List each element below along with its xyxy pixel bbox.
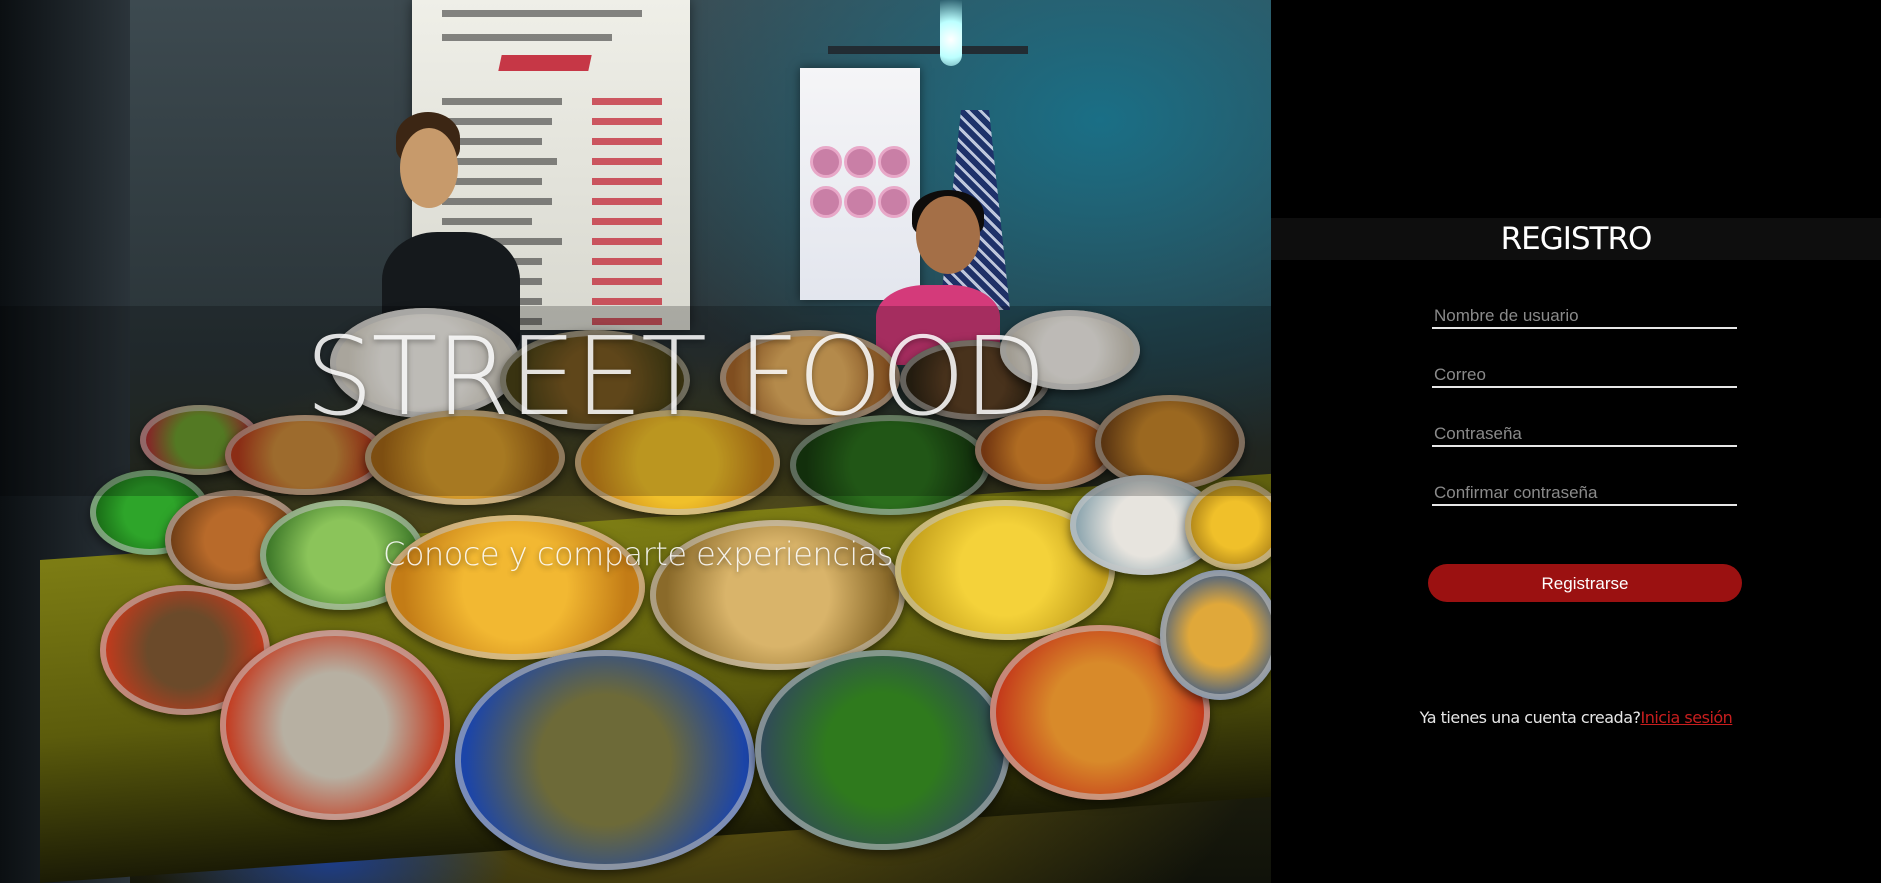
vendor-1-head bbox=[400, 128, 458, 208]
register-panel: REGISTRO Registrarse Ya tienes una cuent… bbox=[1271, 0, 1881, 883]
food-plate bbox=[455, 650, 755, 870]
username-field bbox=[1432, 305, 1741, 329]
food-plate bbox=[1160, 570, 1271, 700]
hero-subtitle: Conoce y comparte experiencias bbox=[383, 535, 894, 573]
username-input[interactable] bbox=[1432, 305, 1741, 327]
email-input[interactable] bbox=[1432, 364, 1741, 386]
register-title: REGISTRO bbox=[1500, 221, 1653, 257]
hero-image: STREET FOOD Conoce y comparte experienci… bbox=[0, 0, 1271, 883]
login-prompt-text: Ya tienes una cuenta creada? bbox=[1419, 708, 1641, 727]
register-button[interactable]: Registrarse bbox=[1428, 564, 1742, 602]
food-plate bbox=[220, 630, 450, 820]
email-field bbox=[1432, 364, 1741, 388]
login-link[interactable]: Inicia sesión bbox=[1640, 708, 1732, 727]
hero-title: STREET FOOD bbox=[305, 315, 1047, 440]
ceiling-light bbox=[940, 0, 962, 66]
confirm-password-input[interactable] bbox=[1432, 482, 1741, 504]
login-prompt-row: Ya tienes una cuenta creada?Inicia sesió… bbox=[1271, 708, 1881, 727]
vendor-2-head bbox=[916, 196, 980, 274]
calendar-poster bbox=[800, 68, 920, 300]
food-plate bbox=[755, 650, 1010, 850]
password-field bbox=[1432, 423, 1741, 447]
wall-shelf bbox=[828, 46, 1028, 54]
password-input[interactable] bbox=[1432, 423, 1741, 445]
confirm-password-field bbox=[1432, 482, 1741, 506]
